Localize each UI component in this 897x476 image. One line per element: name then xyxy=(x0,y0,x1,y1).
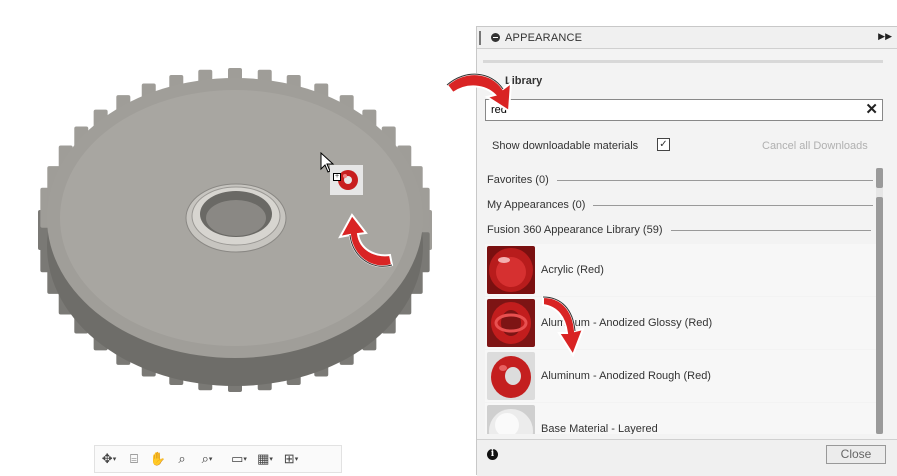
close-button[interactable]: Close xyxy=(826,445,886,464)
scrollbar-thumb[interactable] xyxy=(876,197,883,434)
section-my-appearances-label: My Appearances (0) xyxy=(487,199,586,211)
section-library[interactable]: Fusion 360 Appearance Library (59) xyxy=(487,224,871,236)
look-at-icon[interactable]: ⌸ xyxy=(123,448,145,470)
section-favorites-label: Favorites (0) xyxy=(487,174,549,186)
gear-model[interactable] xyxy=(0,0,476,445)
white-sphere-icon xyxy=(487,405,535,434)
red-metal-ring-icon xyxy=(487,299,535,347)
navigation-toolbar: ✥ ▾ ⌸ ✋ ⌕ ⌕ ▾ ▭ ▾ ▦ ▾ ⊞ ▾ xyxy=(94,445,342,473)
list-item[interactable]: Aluminum - Anodized Rough (Red) xyxy=(485,350,877,402)
cancel-downloads-link[interactable]: Cancel all Downloads xyxy=(762,140,868,152)
list-item-label: Aluminum - Anodized Glossy (Red) xyxy=(541,317,713,329)
search-input[interactable] xyxy=(489,101,849,119)
divider xyxy=(670,229,871,231)
section-favorites[interactable]: Favorites (0) xyxy=(487,174,873,186)
section-library-label: Fusion 360 Appearance Library (59) xyxy=(487,224,663,236)
expand-panel-icon[interactable]: ▶▶ xyxy=(878,31,892,42)
divider xyxy=(556,179,873,181)
display-settings-icon[interactable]: ▭ ▾ xyxy=(227,448,251,470)
orbit-icon[interactable]: ✥ ▾ xyxy=(97,448,121,470)
list-item[interactable]: Base Material - Layered xyxy=(485,403,877,434)
drag-grip-icon[interactable] xyxy=(479,30,487,45)
list-item[interactable]: Acrylic (Red) xyxy=(485,244,877,296)
scrollbar-handle-top[interactable] xyxy=(876,168,883,188)
red-glass-sphere-icon xyxy=(487,246,535,294)
appearance-panel: APPEARANCE ▶▶ Library ✕ Show downloadabl… xyxy=(445,26,897,476)
divider xyxy=(483,60,883,63)
list-item-label: Acrylic (Red) xyxy=(541,264,604,276)
info-icon[interactable]: i xyxy=(487,449,498,460)
clear-search-icon[interactable]: ✕ xyxy=(865,102,878,118)
list-item-label: Base Material - Layered xyxy=(541,423,658,434)
panel-header[interactable]: APPEARANCE ▶▶ xyxy=(477,27,897,49)
viewports-icon[interactable]: ⊞ ▾ xyxy=(279,448,303,470)
section-my-appearances[interactable]: My Appearances (0) xyxy=(487,199,874,211)
fit-icon[interactable]: ⌕ ▾ xyxy=(195,448,219,470)
list-item-label: Aluminum - Anodized Rough (Red) xyxy=(541,370,711,382)
panel-title: APPEARANCE xyxy=(505,31,583,44)
red-metal-torus-icon xyxy=(487,352,535,400)
search-box: ✕ xyxy=(485,99,883,121)
library-label: Library xyxy=(505,75,543,87)
divider xyxy=(593,204,874,206)
material-list: Acrylic (Red) Aluminum - Anodized Glossy… xyxy=(485,244,877,434)
show-downloadable-checkbox[interactable]: ✓ xyxy=(657,138,670,151)
list-item[interactable]: Aluminum - Anodized Glossy (Red) xyxy=(485,297,877,349)
panel-footer: i Close xyxy=(477,439,897,476)
canvas-viewport[interactable]: + ✥ ▾ ⌸ ✋ ⌕ ⌕ ▾ ▭ ▾ ▦ ▾ ⊞ ▾ xyxy=(0,0,476,475)
zoom-icon[interactable]: ⌕ xyxy=(171,448,193,470)
drop-plus-icon: + xyxy=(333,173,341,181)
collapse-icon[interactable] xyxy=(491,33,500,42)
show-downloadable-label: Show downloadable materials xyxy=(492,140,639,152)
grid-icon[interactable]: ▦ ▾ xyxy=(253,448,277,470)
pan-icon[interactable]: ✋ xyxy=(147,448,169,470)
